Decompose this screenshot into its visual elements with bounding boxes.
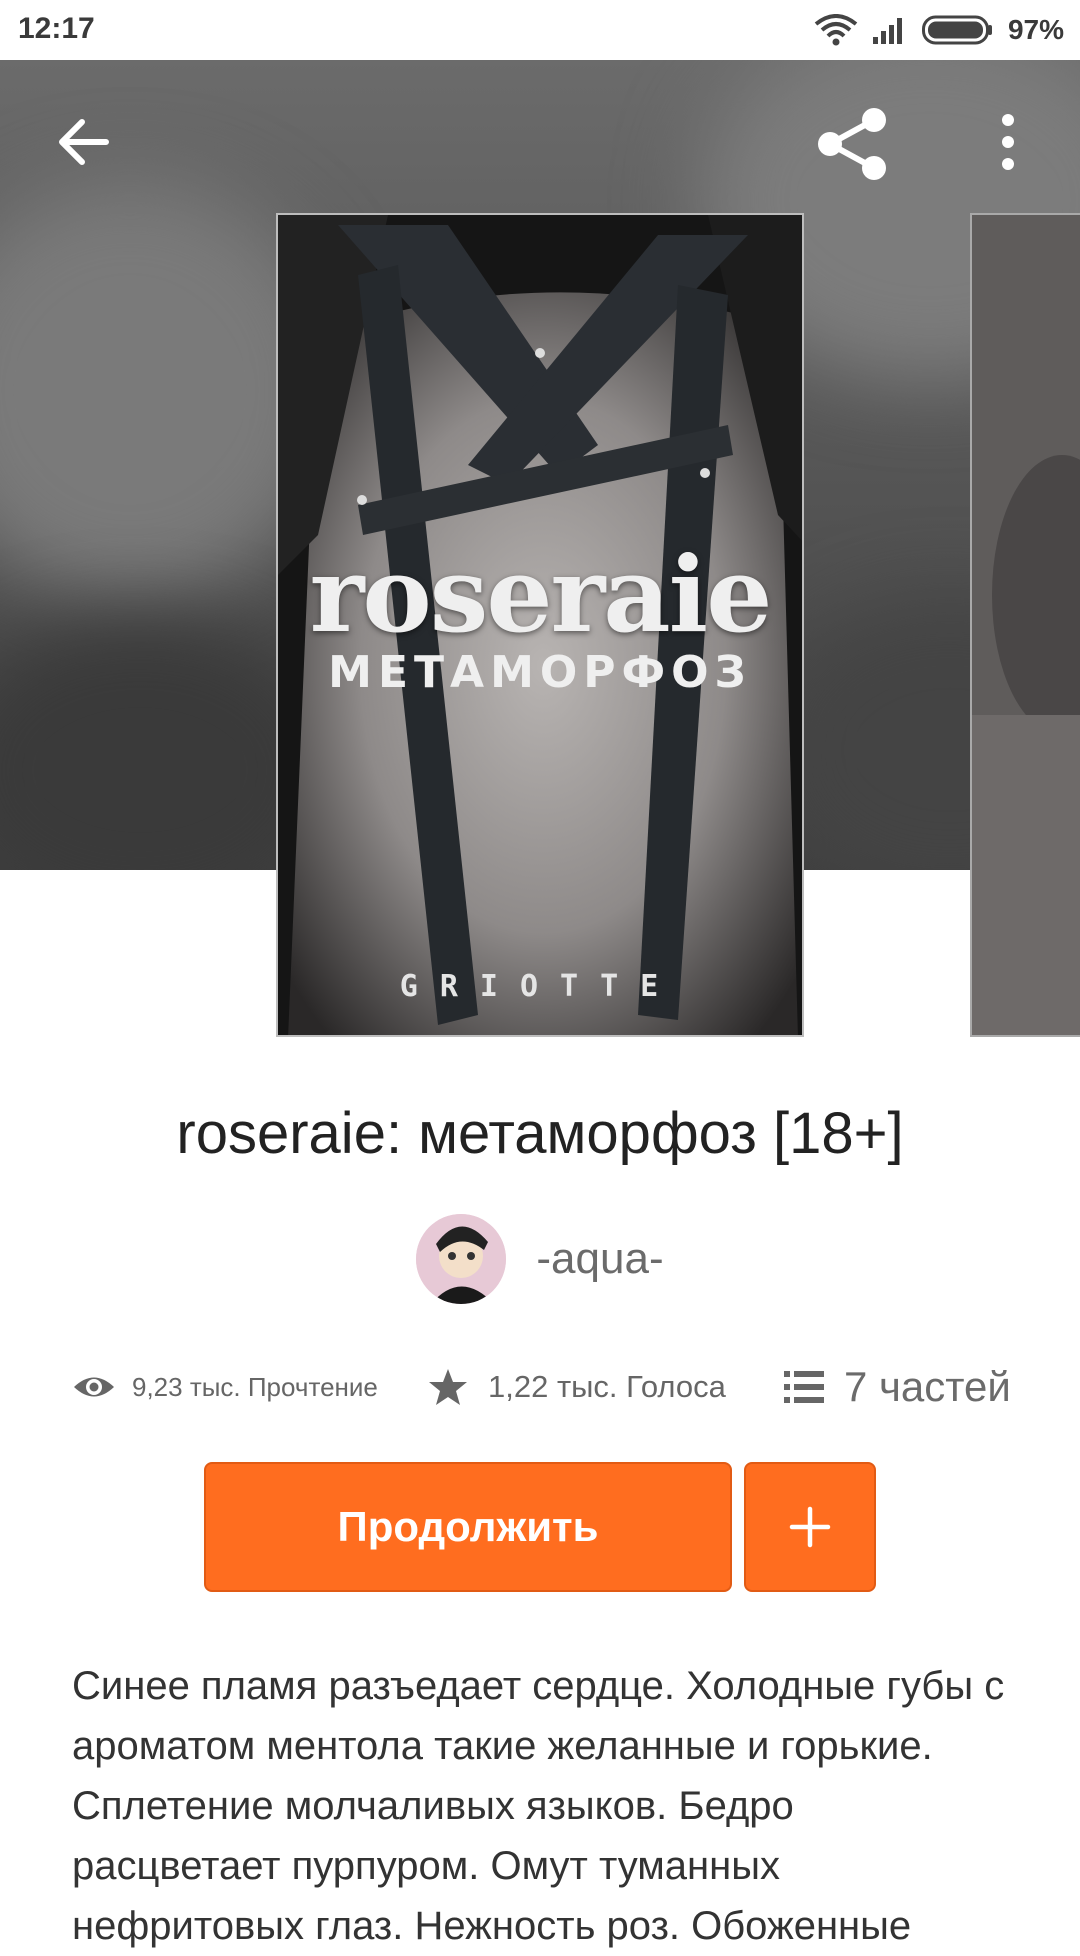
status-bar: 12:17 97% xyxy=(0,0,1080,60)
author-row[interactable]: -aqua- xyxy=(0,1214,1080,1304)
author-avatar[interactable] xyxy=(416,1214,507,1304)
status-icons: 97% xyxy=(814,12,1064,48)
more-vertical-icon[interactable] xyxy=(986,110,1030,174)
battery-icon xyxy=(921,15,992,45)
cover-title: roseraie xyxy=(309,533,773,656)
signal-icon xyxy=(872,18,902,44)
continue-reading-button[interactable]: Продолжить xyxy=(204,1462,732,1592)
battery-percent: 97% xyxy=(1007,14,1064,45)
author-name[interactable]: -aqua- xyxy=(536,1234,663,1284)
reads-stat: 9,23 тыс. Прочтение xyxy=(72,1372,428,1403)
cover-subtitle: МЕТАМОРФОЗ xyxy=(328,647,752,698)
votes-count: 1,22 тыс. Голоса xyxy=(488,1369,726,1404)
list-icon xyxy=(784,1371,824,1403)
star-icon xyxy=(429,1369,467,1405)
plus-icon xyxy=(789,1506,831,1548)
parts-stat[interactable]: 7 частей xyxy=(784,1363,1011,1411)
cover-author: GRIOTTE xyxy=(399,969,681,1004)
wifi-icon xyxy=(814,14,858,46)
story-description: Синее пламя разъедает сердце. Холодные г… xyxy=(72,1664,1005,1948)
add-to-library-button[interactable] xyxy=(744,1462,876,1592)
eye-icon xyxy=(74,1377,114,1397)
story-title: roseraie: метаморфоз [18+] xyxy=(176,1101,904,1166)
parts-count[interactable]: 7 частей xyxy=(844,1363,1011,1411)
next-cover-art xyxy=(972,215,1080,1035)
book-cover[interactable]: roseraie МЕТАМОРФОЗ GRIOTTE xyxy=(276,213,804,1037)
next-book-cover[interactable] xyxy=(970,213,1080,1037)
avatar-image xyxy=(416,1214,507,1304)
status-time: 12:17 xyxy=(18,12,95,45)
back-arrow-icon[interactable] xyxy=(52,110,116,174)
share-icon[interactable] xyxy=(812,104,892,184)
reads-count: 9,23 тыс. Прочтение xyxy=(132,1371,378,1402)
votes-stat: 1,22 тыс. Голоса xyxy=(428,1367,784,1407)
story-stats: 9,23 тыс. Прочтение 1,22 тыс. Голоса 7 ч… xyxy=(72,1362,1022,1412)
